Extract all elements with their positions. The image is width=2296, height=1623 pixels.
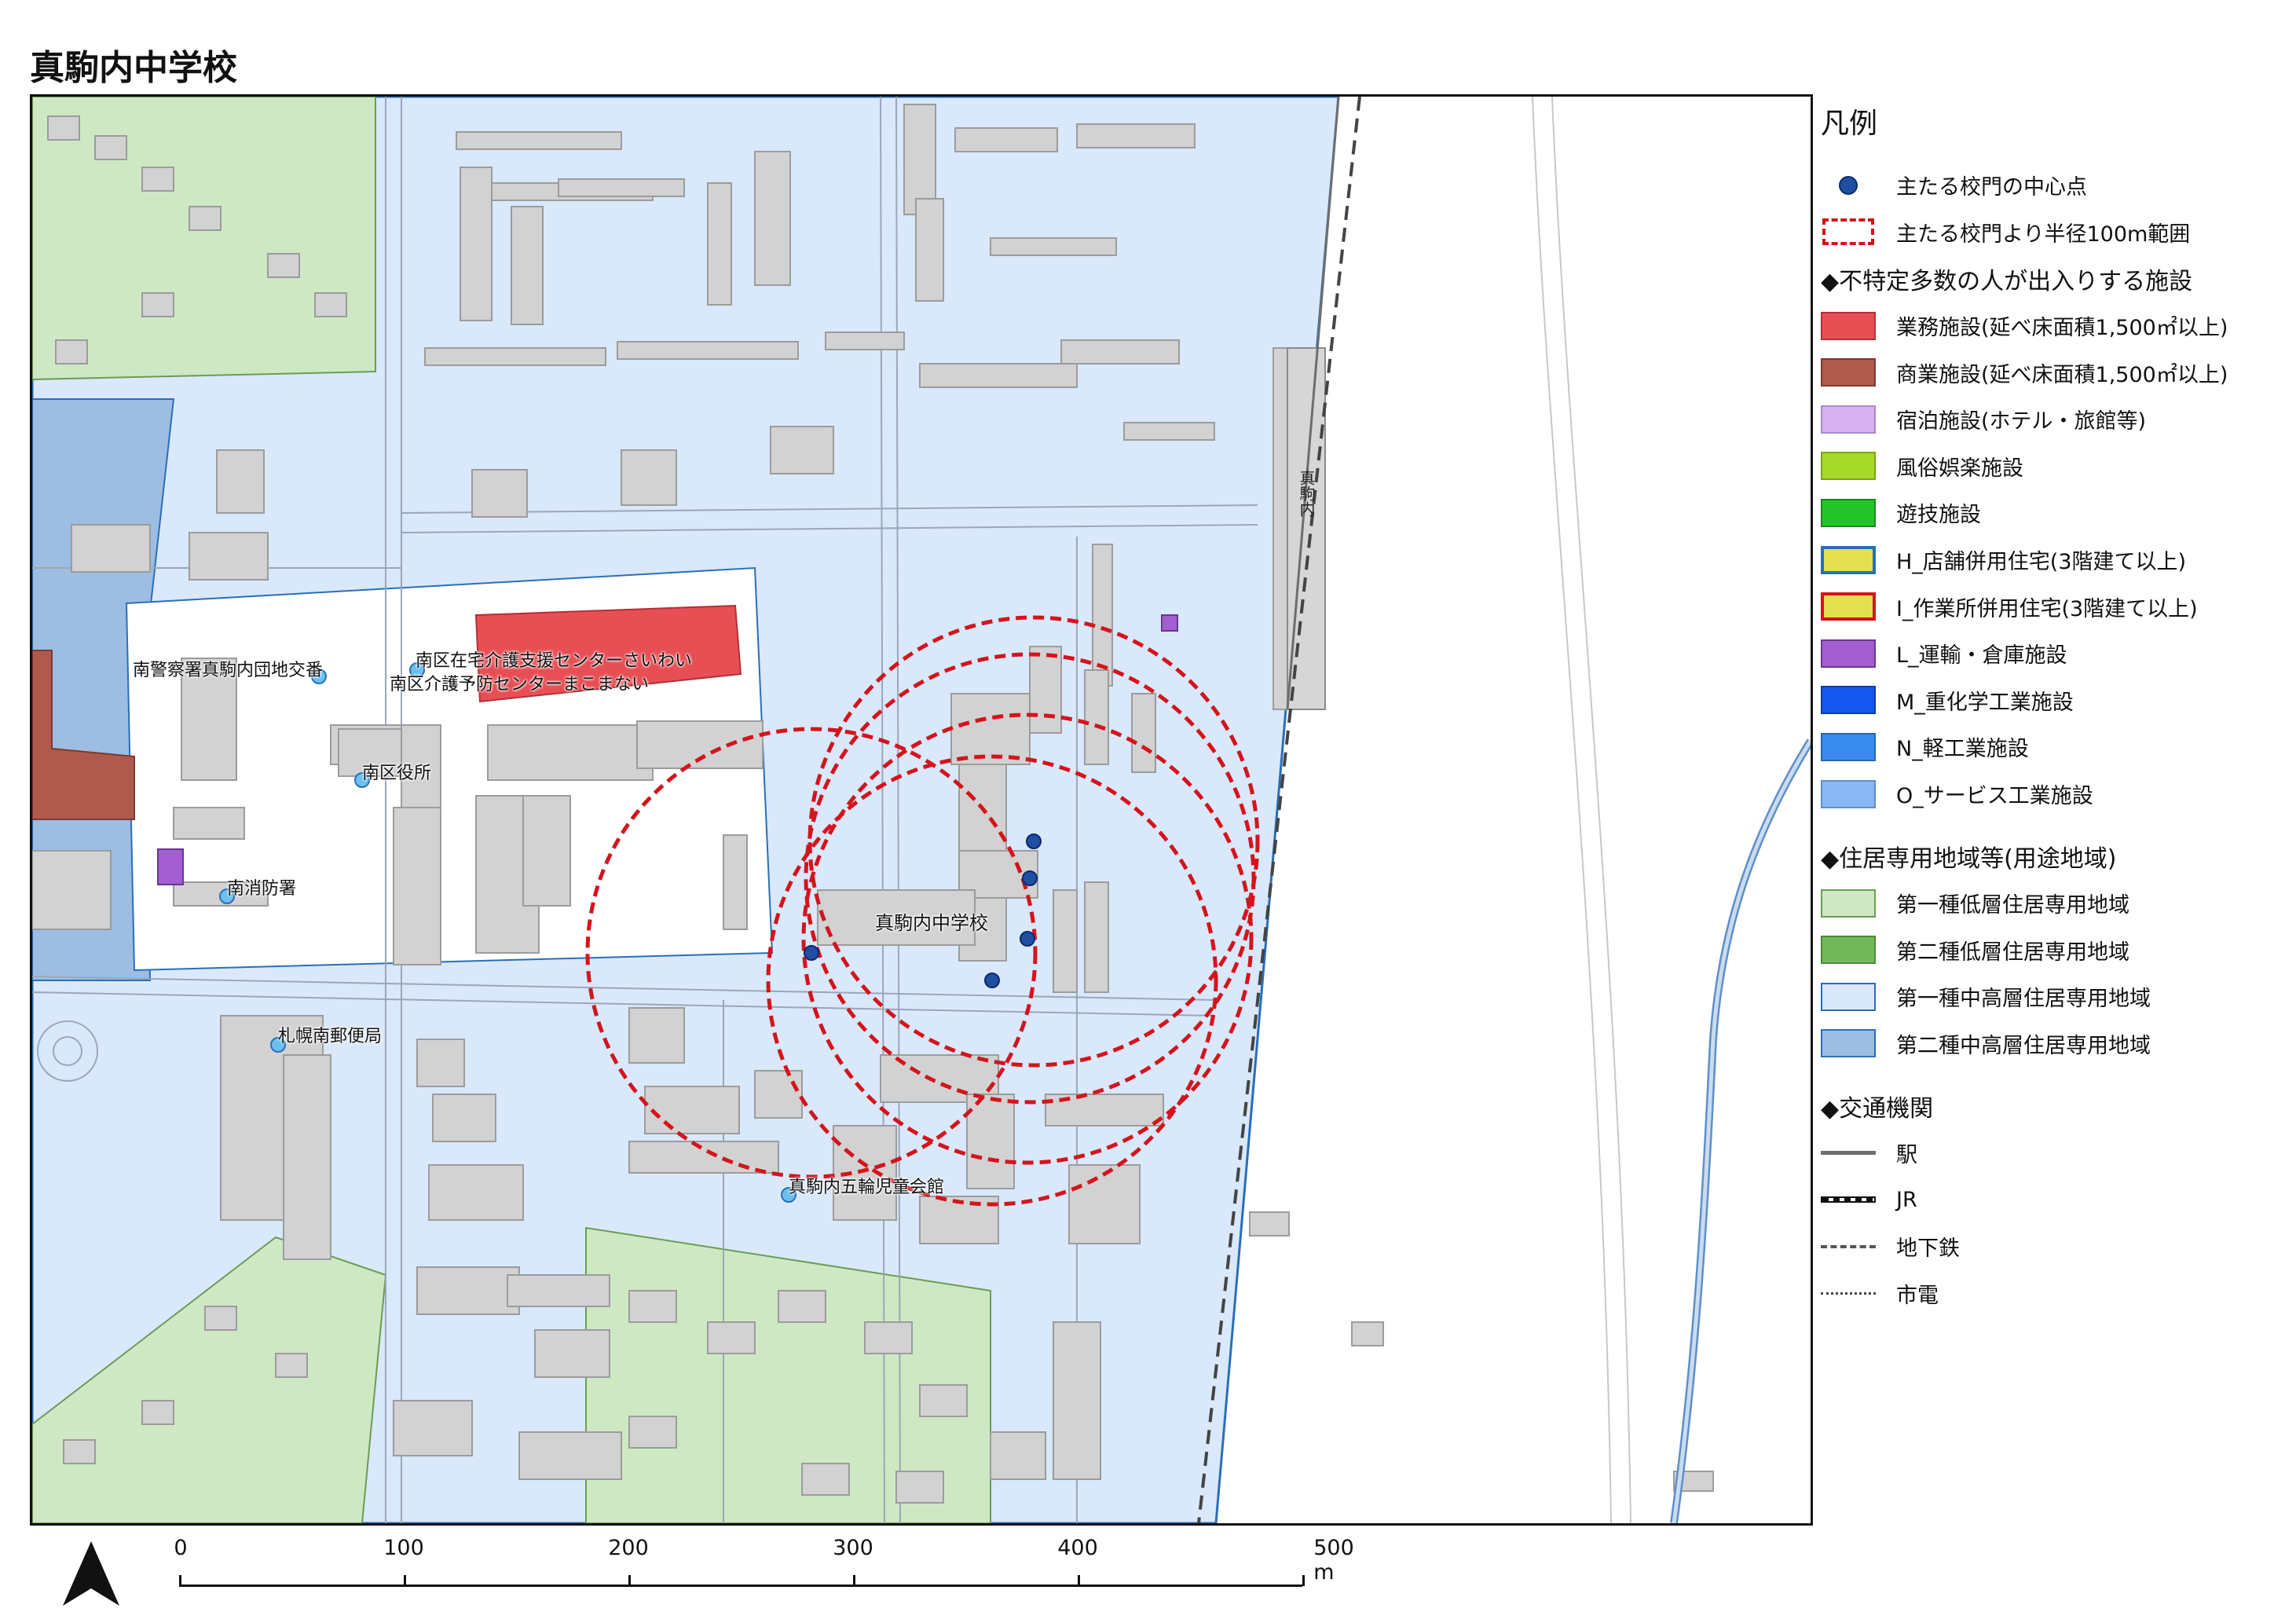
legend-zone2-mid: 第二種中高層住居専用地域 xyxy=(1821,1020,2292,1068)
legend-subway: 地下鉄 xyxy=(1821,1223,2292,1270)
scale-tick xyxy=(853,1575,855,1586)
o-service-swatch xyxy=(1821,779,1876,808)
scale-label-200: 200 xyxy=(608,1536,649,1560)
legend-radius: 主たる校門より半径100m範囲 xyxy=(1821,209,2292,256)
map-frame[interactable]: 南警察署真駒内団地交番 南区在宅介護支援センターさいわい 南区介護予防センターま… xyxy=(30,94,1813,1526)
legend-business: 業務施設(延べ床面積1,500㎡以上) xyxy=(1821,302,2292,350)
legend-zone2-low: 第二種低層住居専用地域 xyxy=(1821,927,2292,974)
legend-section-facilities: ◆不特定多数の人が出入りする施設 xyxy=(1821,267,2193,295)
ward-office-label: 南区役所 xyxy=(362,764,432,783)
care-prevention-label: 南区介護予防センターまこまない xyxy=(390,675,650,694)
station-line-icon xyxy=(1821,1151,1876,1156)
zone-first-low-nw xyxy=(32,97,376,381)
scale-label-400: 400 xyxy=(1057,1536,1098,1560)
lodging-swatch xyxy=(1821,405,1876,434)
i-work-swatch xyxy=(1821,592,1876,621)
zone2-mid-swatch xyxy=(1821,1029,1876,1058)
scale-tick xyxy=(179,1575,181,1586)
legend-gate-center: 主たる校門の中心点 xyxy=(1821,162,2292,209)
legend-zone1-mid: 第一種中高層住居専用地域 xyxy=(1821,973,2292,1020)
legend-adult: 風俗娯楽施設 xyxy=(1821,443,2292,490)
legend-i-work: I_作業所併用住宅(3階建て以上) xyxy=(1821,583,2292,630)
legend-jr: JR xyxy=(1821,1176,2292,1223)
m-heavy-swatch xyxy=(1821,686,1876,715)
gate-center-point xyxy=(984,973,1000,988)
school-label: 真駒内中学校 xyxy=(875,912,988,934)
station-label: 真駒内 xyxy=(1297,470,1316,517)
legend-section-transport: ◆交通機関 xyxy=(1821,1095,1934,1123)
scale-tick xyxy=(1078,1575,1080,1586)
scale-label-300: 300 xyxy=(833,1536,873,1560)
transport-facility xyxy=(157,848,184,885)
scale-tick xyxy=(404,1575,406,1586)
scale-line xyxy=(179,1585,1302,1587)
police-label: 南警察署真駒内団地交番 xyxy=(133,661,324,680)
legend-tram: 市電 xyxy=(1821,1270,2292,1317)
legend-commercial: 商業施設(延べ床面積1,500㎡以上) xyxy=(1821,349,2292,396)
n-light-swatch xyxy=(1821,732,1876,761)
legend: 凡例 主たる校門の中心点 主たる校門より半径100m範囲 ◆不特定多数の人が出入… xyxy=(1821,101,2292,1317)
zone2-low-swatch xyxy=(1821,936,1876,965)
legend-l-transport: L_運輸・倉庫施設 xyxy=(1821,630,2292,677)
gate-center-point xyxy=(804,945,819,961)
radius-icon xyxy=(1822,218,1874,246)
post-office-label: 札幌南郵便局 xyxy=(278,1027,383,1046)
river xyxy=(1670,738,1811,1523)
l-transport-swatch xyxy=(1821,639,1876,668)
zone1-mid-swatch xyxy=(1821,982,1876,1011)
map-canvas[interactable] xyxy=(32,97,1811,1523)
gate-center-point xyxy=(1020,931,1035,947)
adult-swatch xyxy=(1821,452,1876,481)
jr-line-icon xyxy=(1821,1196,1876,1204)
legend-section-zones: ◆住居専用地域等(用途地域) xyxy=(1821,845,2117,874)
page-title: 真駒内中学校 xyxy=(30,48,237,88)
scale-label-0: 0 xyxy=(174,1536,188,1560)
transport-facility xyxy=(1161,614,1178,632)
gate-center-point xyxy=(1026,833,1042,849)
legend-h-shop: H_店舗併用住宅(3階建て以上) xyxy=(1821,537,2292,584)
h-shop-swatch xyxy=(1821,545,1876,574)
scale-tick xyxy=(628,1575,631,1586)
north-arrow-icon xyxy=(63,1541,119,1606)
business-swatch xyxy=(1821,311,1876,340)
care-center-label: 南区在宅介護支援センターさいわい xyxy=(416,651,693,671)
game-swatch xyxy=(1821,498,1876,527)
subway-line-icon xyxy=(1821,1244,1876,1248)
tram-line-icon xyxy=(1821,1291,1876,1295)
legend-game: 遊技施設 xyxy=(1821,489,2292,537)
scale-tick xyxy=(1302,1575,1305,1586)
legend-m-heavy: M_重化学工業施設 xyxy=(1821,677,2292,724)
fire-station-label: 南消防署 xyxy=(227,879,297,899)
gate-center-point xyxy=(1022,870,1038,886)
legend-title: 凡例 xyxy=(1821,108,1878,140)
legend-n-light: N_軽工業施設 xyxy=(1821,724,2292,771)
legend-station: 駅 xyxy=(1821,1130,2292,1177)
scale-label-500: 500 m xyxy=(1313,1536,1354,1585)
scale-bar: 0 100 200 300 400 500 m xyxy=(174,1536,1354,1607)
commercial-swatch xyxy=(1821,358,1876,387)
legend-o-service: O_サービス工業施設 xyxy=(1821,771,2292,818)
community-hall-label: 真駒内五輪児童会館 xyxy=(789,1178,945,1197)
scale-label-100: 100 xyxy=(383,1536,424,1560)
gate-center-icon xyxy=(1839,175,1858,195)
legend-zone1-low: 第一種低層住居専用地域 xyxy=(1821,880,2292,927)
zone1-low-swatch xyxy=(1821,888,1876,918)
legend-lodging: 宿泊施設(ホテル・旅館等) xyxy=(1821,396,2292,443)
